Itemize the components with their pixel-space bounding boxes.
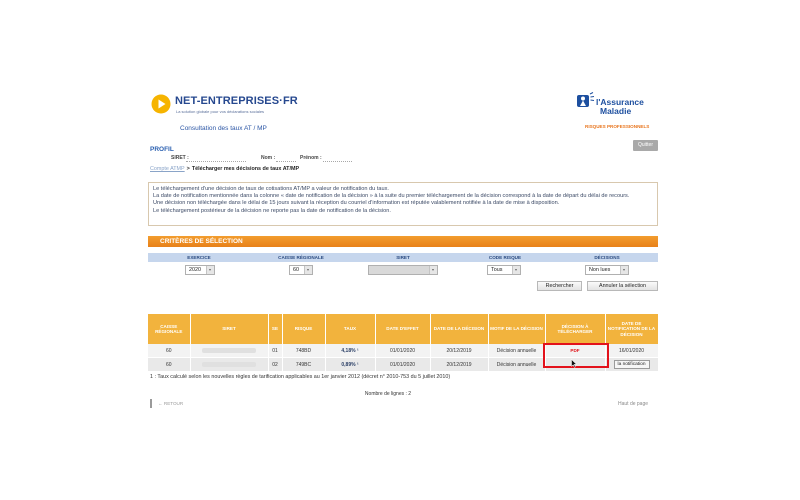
siret-value-placeholder: [186, 161, 246, 162]
col-header-taux: TAUX: [325, 314, 376, 344]
cell-siret: [190, 357, 269, 372]
search-button[interactable]: Rechercher: [537, 281, 582, 291]
table-header-row: CAISSE RÉGIONALE SIRET SE RISQUE TAUX DA…: [148, 314, 659, 344]
cell-caisse: 60: [148, 344, 191, 358]
criteria-col-exercice: EXERCICE: [187, 255, 211, 260]
col-header-siret: SIRET: [190, 314, 269, 344]
cell-date-decision: 20/12/2019: [430, 357, 489, 372]
info-box: Le téléchargement d'une décision de taux…: [148, 182, 658, 226]
nom-value-placeholder: [276, 161, 296, 162]
chevron-down-icon: [304, 266, 312, 274]
cell-risque: 749BC: [282, 357, 326, 372]
chevron-down-icon: [429, 266, 437, 274]
code-risque-value: Tous: [491, 267, 503, 273]
row-count: Nombre de lignes : 2: [364, 391, 412, 397]
info-line: Le téléchargement postérieur de la décis…: [153, 207, 391, 214]
exercice-select[interactable]: 2020: [185, 265, 215, 275]
chevron-down-icon: [620, 266, 628, 274]
cell-date-decision: 20/12/2019: [430, 344, 489, 358]
criteria-title: CRITÈRES DE SÉLECTION: [160, 238, 243, 245]
siret-redacted: [202, 361, 256, 367]
cell-motif: Décision annuelle: [488, 344, 546, 358]
cell-date-notification: la notification: [605, 357, 659, 372]
cell-taux: 0,89% ¹: [325, 357, 376, 372]
col-header-date-effet: DATE D'EFFET: [375, 314, 431, 344]
notification-button[interactable]: la notification: [613, 360, 650, 369]
breadcrumb-current: Télécharger mes décisions de taux AT/MP: [191, 166, 300, 172]
service-title: Consultation des taux AT / MP: [180, 125, 267, 132]
nom-label: Nom :: [261, 155, 276, 161]
criteria-col-code-risque: CODE RISQUE: [488, 255, 522, 260]
mouse-cursor-icon: [571, 359, 577, 368]
col-header-decision-download: DÉCISION À TÉLÉCHARGER: [545, 314, 606, 344]
info-line: La date de notification mentionnée dans …: [153, 193, 630, 200]
logo-tagline: La solution globale pour vos déclaration…: [176, 109, 265, 114]
chevron-down-icon: [512, 266, 520, 274]
col-header-motif: MOTIF DE LA DÉCISION: [488, 314, 546, 344]
caisse-value: 60: [293, 267, 299, 273]
prenom-value-placeholder: [323, 161, 352, 162]
assurance-maladie-icon: [577, 92, 595, 107]
criteria-col-caisse: CAISSE RÉGIONALE: [278, 255, 324, 260]
cell-taux: 4,18% ¹: [325, 344, 376, 358]
breadcrumb-root-link[interactable]: Compte ATMP: [150, 166, 185, 172]
partner-name-line2: Maladie: [600, 106, 632, 116]
col-header-date-decision: DATE DE LA DÉCISION: [430, 314, 489, 344]
decisions-value: Non lues: [589, 267, 611, 273]
cell-siret: [190, 344, 269, 358]
col-header-date-notification: DATE DE NOTIFICATION DE LA DÉCISION: [605, 314, 659, 344]
rate-footnote: 1 : Taux calculé selon les nouvelles règ…: [150, 374, 451, 380]
cell-se: 01: [268, 344, 283, 358]
cell-risque: 748BD: [282, 344, 326, 358]
col-header-caisse: CAISSE RÉGIONALE: [148, 314, 191, 344]
logo-wordmark: NET-ENTREPRISES·FR: [175, 95, 298, 107]
criteria-col-siret: SIRET: [396, 255, 410, 260]
siret-select[interactable]: [368, 265, 438, 275]
criteria-header-row: EXERCICE CAISSE RÉGIONALE SIRET CODE RIS…: [148, 253, 658, 262]
criteria-col-decisions: DÉCISIONS: [594, 255, 620, 260]
back-link[interactable]: ← RETOUR: [158, 401, 183, 406]
exercice-value: 2020: [189, 267, 201, 273]
quit-button[interactable]: Quitter: [633, 140, 658, 151]
decisions-select[interactable]: Non lues: [585, 265, 629, 275]
prenom-label: Prénom :: [300, 155, 322, 161]
chevron-down-icon: [206, 266, 214, 274]
info-line: Une décision non téléchargée dans le dél…: [153, 200, 560, 207]
breadcrumb: Compte ATMP > Télécharger mes décisions …: [150, 166, 299, 172]
cell-date-notification: 16/01/2020: [605, 344, 659, 358]
info-line: Le téléchargement d'une décision de taux…: [153, 186, 389, 192]
caisse-select[interactable]: 60: [289, 265, 313, 275]
cell-date-effet: 01/01/2020: [375, 357, 431, 372]
profile-title: PROFIL: [150, 146, 174, 153]
play-circle-icon: [151, 94, 171, 114]
cell-caisse: 60: [148, 357, 191, 372]
back-divider: [150, 399, 152, 408]
col-header-risque: RISQUE: [282, 314, 326, 344]
criteria-section-bar: CRITÈRES DE SÉLECTION: [148, 236, 658, 247]
cell-motif: Décision annuelle: [488, 357, 546, 372]
breadcrumb-separator: >: [186, 166, 190, 172]
partner-subtitle: RISQUES PROFESSIONNELS: [585, 124, 650, 129]
col-header-se: SE: [268, 314, 283, 344]
code-risque-select[interactable]: Tous: [487, 265, 521, 275]
siret-redacted: [202, 347, 256, 353]
cell-se: 02: [268, 357, 283, 372]
back-to-top-link[interactable]: Haut de page: [618, 401, 648, 407]
cell-date-effet: 01/01/2020: [375, 344, 431, 358]
reset-selection-button[interactable]: Annuler la sélection: [587, 281, 658, 291]
